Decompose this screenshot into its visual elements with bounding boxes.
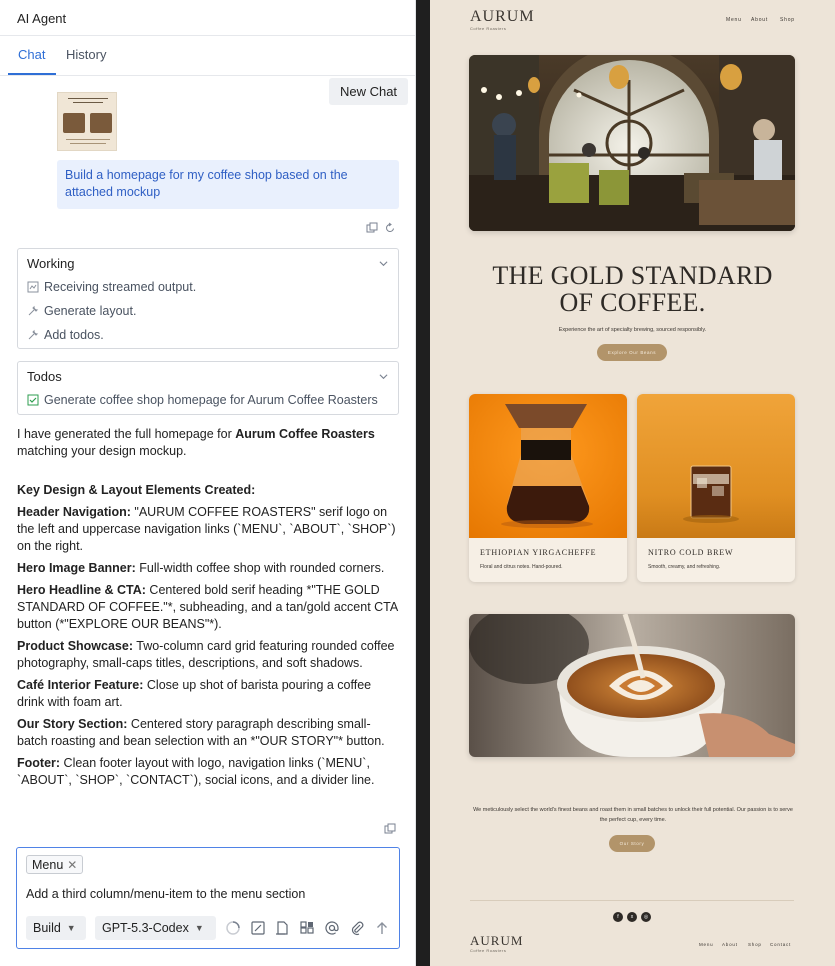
- new-chat-button[interactable]: New Chat: [329, 78, 408, 105]
- message-actions: [366, 222, 396, 234]
- hero-subheading: Experience the art of specialty brewing,…: [558, 327, 707, 333]
- document-icon[interactable]: [274, 920, 290, 936]
- components-icon[interactable]: [299, 920, 315, 936]
- chevron-down-icon: ▼: [194, 923, 204, 933]
- reply-item: Product Showcase: Two-column card grid f…: [17, 639, 395, 670]
- our-story-button[interactable]: Our Story: [609, 835, 655, 852]
- footer-link-about[interactable]: About: [722, 942, 738, 947]
- site-logo-subtitle: Coffee Roasters: [470, 26, 507, 31]
- product-title: ETHIOPIAN YIRGACHEFFE: [480, 548, 597, 557]
- site-logo[interactable]: AURUM: [470, 8, 535, 26]
- stream-icon: [27, 281, 39, 293]
- tool-icon: [28, 305, 39, 316]
- facebook-icon[interactable]: f: [613, 912, 623, 922]
- working-panel: Working Receiving streamed output. Gener…: [17, 248, 399, 349]
- copy-icon[interactable]: [384, 823, 396, 835]
- mention-icon[interactable]: [324, 920, 340, 936]
- tab-chat[interactable]: Chat: [18, 47, 45, 62]
- prompt-input[interactable]: Add a third column/menu-item to the menu…: [26, 887, 305, 901]
- reply-item: Footer: Clean footer layout with logo, n…: [17, 756, 375, 787]
- working-title: Working: [27, 256, 75, 271]
- retry-icon[interactable]: [384, 222, 396, 234]
- copy-icon[interactable]: [366, 222, 378, 234]
- working-step-label: Generate layout.: [44, 304, 137, 318]
- barista-latte-art-image: [469, 614, 795, 757]
- mode-select-label: Build: [33, 921, 61, 935]
- reply-item: Header Navigation: "AURUM COFFEE ROASTER…: [17, 505, 396, 553]
- nav-link-about[interactable]: About: [751, 17, 768, 23]
- model-select-label: GPT-5.3-Codex: [102, 921, 189, 935]
- todos-title: Todos: [27, 369, 62, 384]
- chevron-down-icon[interactable]: [379, 259, 388, 268]
- close-icon[interactable]: ✕: [67, 858, 77, 872]
- footer-logo-subtitle: Coffee Roasters: [470, 948, 507, 953]
- todo-item-label: Generate coffee shop homepage for Aurum …: [44, 393, 378, 407]
- send-arrow-icon[interactable]: [374, 920, 390, 936]
- reply-item: Hero Image Banner: Full-width coffee sho…: [17, 561, 385, 575]
- agent-reply: I have generated the full homepage for A…: [17, 426, 401, 794]
- website-preview: AURUM Coffee Roasters Menu About Shop TH…: [430, 0, 835, 966]
- product-card[interactable]: ETHIOPIAN YIRGACHEFFE Floral and citrus …: [469, 394, 627, 582]
- todo-item: Generate coffee shop homepage for Aurum …: [27, 393, 378, 407]
- hero-headline: THE GOLD STANDARD OF COFFEE.: [492, 261, 773, 317]
- nav-link-menu[interactable]: Menu: [726, 17, 742, 23]
- reply-item: Hero Headline & CTA: Centered bold serif…: [17, 583, 398, 631]
- prompt-composer[interactable]: Menu ✕ Add a third column/menu-item to t…: [16, 847, 400, 949]
- attachment-icon[interactable]: [349, 920, 365, 936]
- checkbox-checked-icon[interactable]: [27, 394, 39, 406]
- edit-icon[interactable]: [250, 920, 266, 936]
- nav-link-shop[interactable]: Shop: [780, 17, 795, 23]
- tab-history[interactable]: History: [66, 47, 106, 62]
- reply-section-title: Key Design & Layout Elements Created:: [17, 483, 256, 497]
- attached-image-thumbnail[interactable]: [57, 92, 117, 151]
- footer-link-contact[interactable]: Contact: [770, 942, 791, 947]
- hero-image: [469, 55, 795, 231]
- chevron-down-icon[interactable]: [379, 372, 388, 381]
- product-description: Smooth, creamy, and refreshing.: [648, 564, 721, 570]
- context-chip[interactable]: Menu ✕: [26, 855, 84, 874]
- reply-item: Our Story Section: Centered story paragr…: [17, 717, 385, 748]
- working-step: Receiving streamed output.: [27, 280, 196, 294]
- product-description: Floral and citrus notes. Hand-poured.: [480, 564, 563, 570]
- working-step: Add todos.: [27, 328, 104, 342]
- todos-panel: Todos Generate coffee shop homepage for …: [17, 361, 399, 415]
- active-tab-indicator: [8, 73, 56, 75]
- working-step-label: Receiving streamed output.: [44, 280, 197, 294]
- product-card[interactable]: NITRO COLD BREW Smooth, creamy, and refr…: [637, 394, 795, 582]
- x-icon[interactable]: x: [627, 912, 637, 922]
- explore-beans-button[interactable]: Explore Our Beans: [597, 344, 667, 361]
- our-story-text: We meticulously select the world's fines…: [473, 807, 793, 823]
- footer-link-menu[interactable]: Menu: [699, 942, 713, 947]
- panel-title: AI Agent: [17, 11, 67, 26]
- working-step: Generate layout.: [27, 304, 136, 318]
- reply-intro: I have generated the full homepage for A…: [17, 427, 375, 458]
- product-image: [637, 394, 795, 538]
- product-title: NITRO COLD BREW: [648, 548, 734, 557]
- ai-agent-panel: AI Agent Chat History New Chat Build a h…: [0, 0, 416, 966]
- reply-item: Café Interior Feature: Close up shot of …: [17, 678, 372, 709]
- tab-bar: Chat History New Chat: [0, 36, 415, 105]
- footer-logo[interactable]: AURUM: [470, 933, 523, 949]
- chevron-down-icon: ▼: [66, 923, 76, 933]
- footer-divider: [470, 900, 794, 901]
- instagram-icon[interactable]: ◎: [641, 912, 651, 922]
- footer-link-shop[interactable]: Shop: [748, 942, 762, 947]
- chip-label: Menu: [32, 857, 64, 872]
- mode-select[interactable]: Build ▼: [26, 916, 86, 940]
- user-message: Build a homepage for my coffee shop base…: [57, 160, 399, 209]
- spinner-icon: [226, 921, 240, 935]
- model-select[interactable]: GPT-5.3-Codex ▼: [95, 916, 216, 940]
- product-image: [469, 394, 627, 538]
- tool-icon: [28, 329, 39, 340]
- working-step-label: Add todos.: [44, 328, 104, 342]
